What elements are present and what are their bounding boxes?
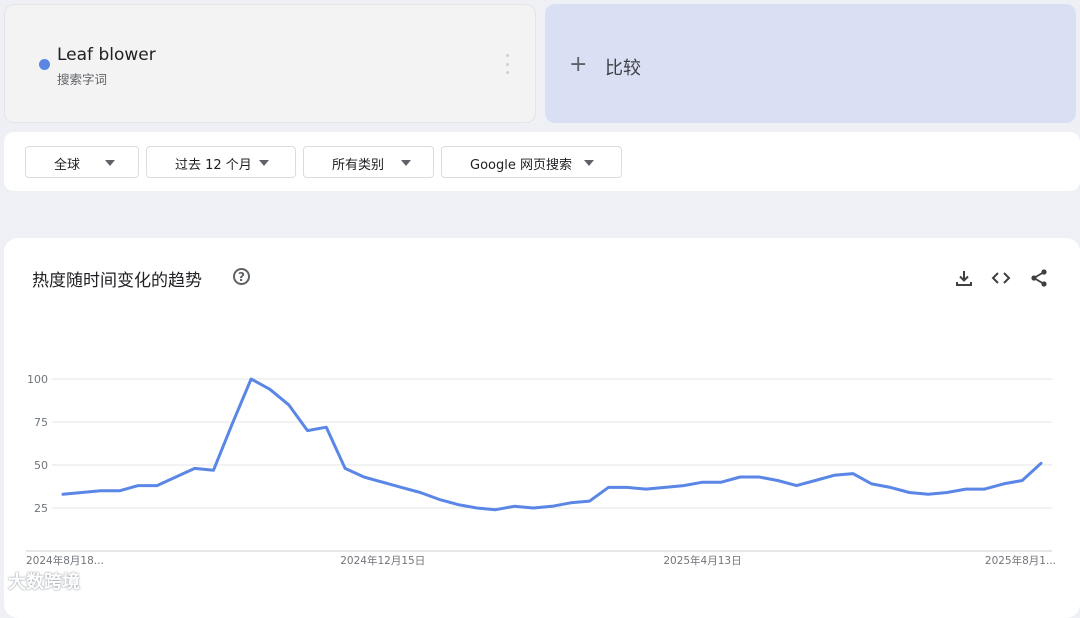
x-tick-label: 2025年8月1... <box>985 554 1056 567</box>
y-tick-label: 100 <box>27 373 48 386</box>
series-line <box>61 377 1043 512</box>
x-tick-label: 2024年12月15日 <box>340 554 425 567</box>
x-tick-label: 2024年8月18... <box>26 554 104 567</box>
y-tick-label: 25 <box>34 502 48 515</box>
x-tick-label: 2025年4月13日 <box>663 554 741 567</box>
trend-line-chart: 25 50 75 100 2024年8月18... 2024年12月15日 2025年4月1… <box>26 373 1056 567</box>
watermark: 大数跨境 <box>8 572 80 593</box>
y-tick-label: 50 <box>34 459 48 472</box>
y-tick-label: 75 <box>34 416 48 429</box>
